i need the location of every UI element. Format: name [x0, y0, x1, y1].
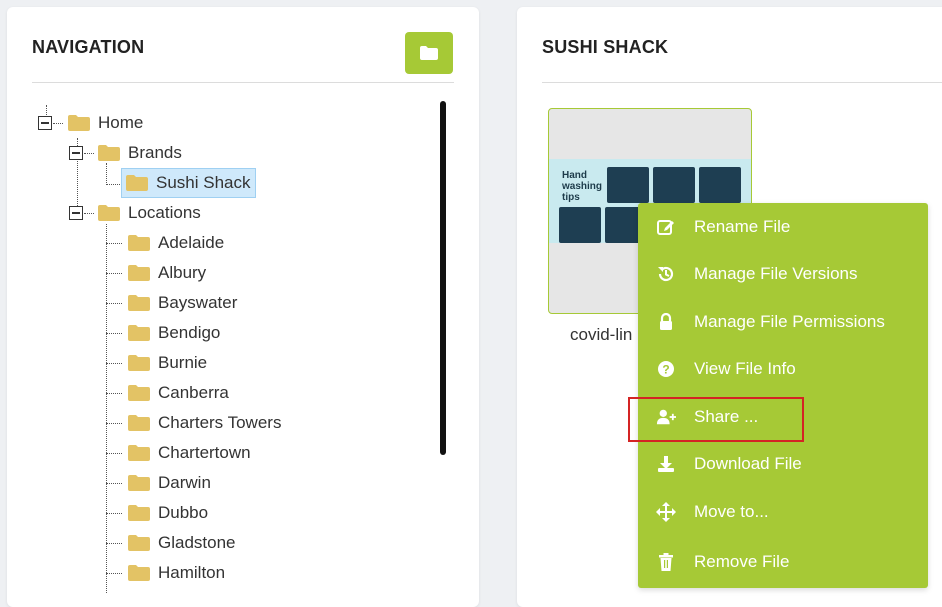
folder-icon: [128, 505, 150, 521]
lock-icon: [656, 312, 676, 332]
folder-icon: [128, 385, 150, 401]
menu-item-label: View File Info: [694, 359, 796, 378]
share-highlight-annotation: [628, 397, 804, 442]
tree-node-sushi-shack[interactable]: Sushi Shack: [121, 168, 256, 198]
navigation-divider: [32, 82, 454, 83]
tree-node-location[interactable]: Gladstone: [124, 528, 240, 558]
tree-node-home[interactable]: Home: [64, 108, 147, 138]
tree-label: Charters Towers: [158, 413, 282, 432]
tree-node-location[interactable]: Bayswater: [124, 288, 241, 318]
trash-icon: [656, 552, 676, 572]
folder-icon: [128, 445, 150, 461]
tree-node-location[interactable]: Adelaide: [124, 228, 228, 258]
folder-icon: [128, 355, 150, 371]
menu-item-manage-file-permissions[interactable]: Manage File Permissions: [638, 302, 928, 342]
tree-label: Adelaide: [158, 233, 225, 252]
tree-node-location[interactable]: Burnie: [124, 348, 211, 378]
thumbnail-title: Hand washing tips: [562, 170, 603, 203]
move-arrows-icon: [656, 502, 676, 522]
menu-item-manage-file-versions[interactable]: Manage File Versions: [638, 254, 928, 294]
menu-item-download-file[interactable]: Download File: [638, 444, 928, 484]
folder-icon: [128, 235, 150, 251]
menu-item-label: Download File: [694, 454, 802, 473]
tree-label: Bayswater: [158, 293, 238, 312]
folder-icon: [128, 415, 150, 431]
tree-label: Darwin: [158, 473, 211, 492]
tree-label: Albury: [158, 263, 207, 282]
tree-label: Bendigo: [158, 323, 221, 342]
menu-item-label: Manage File Permissions: [694, 312, 885, 331]
folder-icon: [128, 325, 150, 341]
tree-label: Locations: [128, 203, 201, 222]
tree-label: Sushi Shack: [156, 173, 251, 192]
menu-item-label: Remove File: [694, 552, 790, 571]
menu-item-remove-file[interactable]: Remove File: [638, 542, 928, 582]
navigation-panel: NAVIGATION: [7, 7, 479, 607]
menu-item-label: Move to...: [694, 502, 769, 521]
collapse-toggle-brands[interactable]: [69, 146, 83, 160]
menu-item-view-file-info[interactable]: ? View File Info: [638, 349, 928, 389]
tree-label: Gladstone: [158, 533, 236, 552]
svg-text:?: ?: [662, 363, 669, 377]
tree-node-brands[interactable]: Brands: [94, 138, 186, 168]
folder-title: SUSHI SHACK: [542, 37, 669, 57]
tree-node-locations[interactable]: Locations: [94, 198, 205, 228]
edit-icon: [656, 217, 676, 237]
tree-label: Burnie: [158, 353, 208, 372]
collapse-toggle-locations[interactable]: [69, 206, 83, 220]
tree-node-location[interactable]: Albury: [124, 258, 210, 288]
tree-label: Brands: [128, 143, 182, 162]
download-icon: [656, 454, 676, 474]
tree-node-location[interactable]: Hamilton: [124, 558, 229, 588]
folder-divider: [542, 82, 942, 83]
question-circle-icon: ?: [656, 359, 676, 379]
tree-label: Canberra: [158, 383, 229, 402]
tree-node-location[interactable]: Charters Towers: [124, 408, 285, 438]
folder-icon: [98, 145, 120, 161]
history-icon: [656, 264, 676, 284]
tree-node-location[interactable]: Canberra: [124, 378, 233, 408]
folder-icon: [128, 475, 150, 491]
collapse-toggle-home[interactable]: [38, 116, 52, 130]
tree-scrollbar[interactable]: [440, 101, 446, 455]
menu-item-label: Rename File: [694, 217, 791, 236]
menu-item-rename-file[interactable]: Rename File: [638, 207, 928, 247]
folder-icon: [128, 565, 150, 581]
file-context-menu: Rename File Manage File Versions Manage …: [638, 203, 928, 588]
tree-label: Dubbo: [158, 503, 209, 522]
new-folder-button[interactable]: [405, 32, 453, 74]
folder-icon: [420, 46, 438, 60]
tree-node-location[interactable]: Bendigo: [124, 318, 224, 348]
tree-node-location[interactable]: Darwin: [124, 468, 215, 498]
tree-node-location[interactable]: Dubbo: [124, 498, 212, 528]
folder-icon: [126, 175, 148, 191]
folder-icon: [128, 295, 150, 311]
folder-icon: [98, 205, 120, 221]
tree-node-location[interactable]: Chartertown: [124, 438, 255, 468]
folder-icon: [128, 265, 150, 281]
tree-label: Home: [98, 113, 144, 132]
folder-icon: [128, 535, 150, 551]
folder-icon: [68, 115, 90, 131]
menu-item-label: Manage File Versions: [694, 264, 858, 283]
navigation-title: NAVIGATION: [32, 37, 145, 57]
tree-label: Hamilton: [158, 563, 226, 582]
file-name[interactable]: covid-lin: [570, 325, 632, 345]
menu-item-move-to[interactable]: Move to...: [638, 492, 928, 532]
tree-label: Chartertown: [158, 443, 251, 462]
